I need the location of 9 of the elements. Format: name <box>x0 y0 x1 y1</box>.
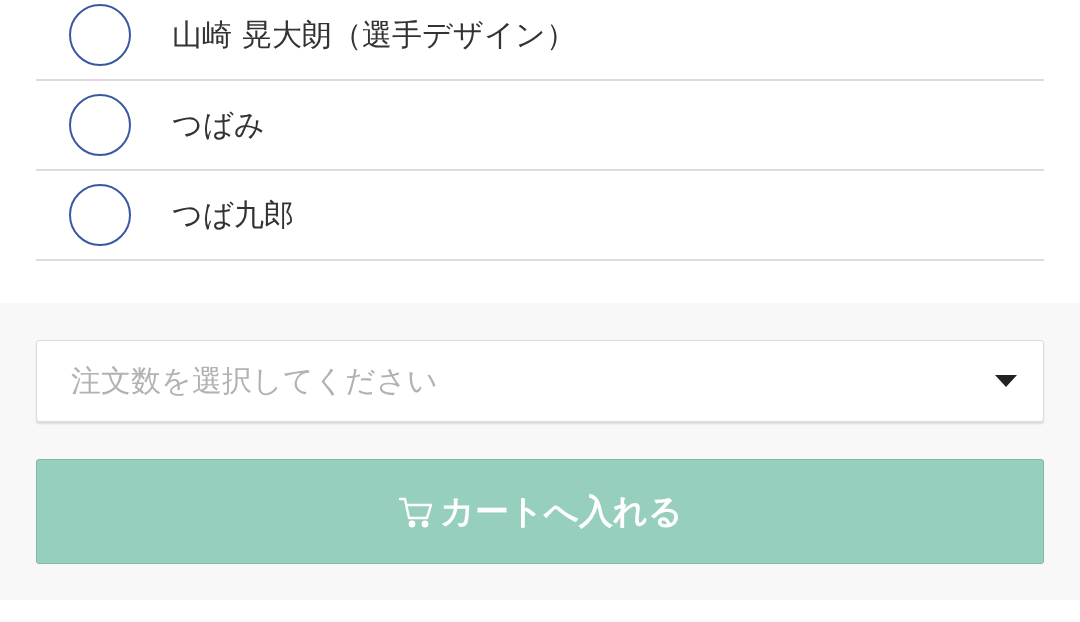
option-label: 山崎 晃大朗（選手デザイン） <box>172 15 576 54</box>
add-to-cart-button[interactable]: カートへ入れる <box>36 459 1044 564</box>
radio-button[interactable] <box>69 184 131 246</box>
dropdown-caret-icon <box>995 375 1017 387</box>
option-label: つばみ <box>172 105 265 144</box>
option-label: つば九郎 <box>172 195 294 234</box>
radio-button[interactable] <box>69 4 131 66</box>
radio-button[interactable] <box>69 94 131 156</box>
quantity-select[interactable]: 注文数を選択してください <box>36 340 1044 422</box>
